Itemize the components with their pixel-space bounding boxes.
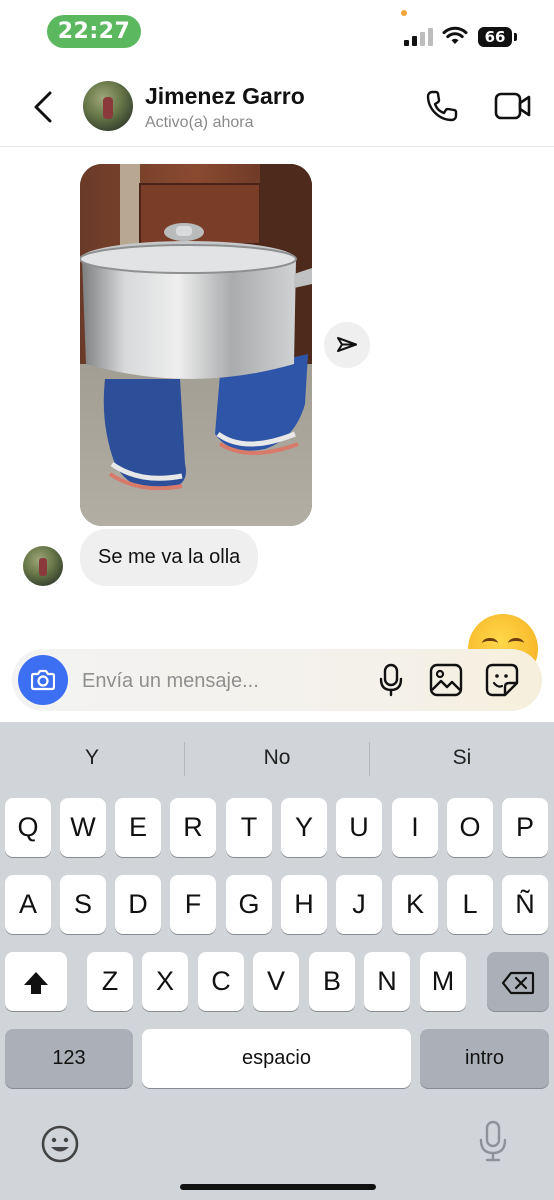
key-j[interactable]: J	[336, 875, 382, 934]
key-l[interactable]: L	[447, 875, 493, 934]
camera-button[interactable]	[18, 655, 68, 705]
key-a[interactable]: A	[5, 875, 51, 934]
numbers-key[interactable]: 123	[5, 1029, 133, 1088]
key-c[interactable]: C	[198, 952, 244, 1011]
emoji-keyboard-icon[interactable]	[40, 1124, 80, 1164]
suggestion-1[interactable]: Y	[0, 722, 184, 794]
key-v[interactable]: V	[253, 952, 299, 1011]
keyboard: Y No Si Q W E R T Y U I O P A S D F G H …	[0, 722, 554, 1200]
phone-call-icon[interactable]	[424, 88, 460, 124]
key-h[interactable]: H	[281, 875, 327, 934]
delete-key[interactable]	[487, 952, 549, 1011]
contact-status: Activo(a) ahora	[145, 114, 254, 131]
contact-name[interactable]: Jimenez Garro	[145, 83, 305, 110]
sticker-icon[interactable]	[485, 663, 519, 697]
key-x[interactable]: X	[142, 952, 188, 1011]
message-composer	[12, 649, 542, 711]
key-r[interactable]: R	[170, 798, 216, 857]
photo-message[interactable]	[80, 164, 312, 526]
home-indicator[interactable]	[180, 1184, 376, 1190]
camera-icon	[31, 669, 55, 691]
privacy-indicator-dot	[401, 10, 407, 16]
key-k[interactable]: K	[392, 875, 438, 934]
photo-image	[80, 164, 312, 526]
key-p[interactable]: P	[502, 798, 548, 857]
suggestion-3[interactable]: Si	[370, 722, 554, 794]
key-t[interactable]: T	[226, 798, 272, 857]
share-forward-button[interactable]	[324, 322, 370, 368]
microphone-icon[interactable]	[378, 663, 404, 697]
key-d[interactable]: D	[115, 875, 161, 934]
space-key[interactable]: espacio	[142, 1029, 411, 1088]
key-s[interactable]: S	[60, 875, 106, 934]
contact-avatar-small	[23, 546, 63, 586]
key-enie[interactable]: Ñ	[502, 875, 548, 934]
key-i[interactable]: I	[392, 798, 438, 857]
chat-header: Jimenez Garro Activo(a) ahora	[0, 64, 554, 147]
gallery-icon[interactable]	[429, 663, 463, 697]
key-f[interactable]: F	[170, 875, 216, 934]
key-m[interactable]: M	[420, 952, 466, 1011]
battery-icon: 66	[478, 27, 512, 47]
key-e[interactable]: E	[115, 798, 161, 857]
key-o[interactable]: O	[447, 798, 493, 857]
paper-plane-icon	[337, 337, 357, 352]
suggestion-2[interactable]: No	[185, 722, 369, 794]
dictation-microphone-icon[interactable]	[478, 1120, 508, 1164]
wifi-icon	[442, 26, 468, 44]
shift-key[interactable]	[5, 952, 67, 1011]
cellular-signal-icon	[404, 28, 433, 46]
key-b[interactable]: B	[309, 952, 355, 1011]
contact-avatar[interactable]	[83, 81, 133, 131]
battery-tip	[514, 33, 517, 41]
key-w[interactable]: W	[60, 798, 106, 857]
status-time: 22:27	[47, 15, 141, 48]
status-bar: 22:27 66	[0, 0, 554, 64]
key-n[interactable]: N	[364, 952, 410, 1011]
key-g[interactable]: G	[226, 875, 272, 934]
backspace-icon	[501, 971, 535, 994]
message-bubble[interactable]: Se me va la olla	[80, 529, 259, 586]
key-z[interactable]: Z	[87, 952, 133, 1011]
shift-arrow-icon	[24, 971, 48, 994]
message-input[interactable]	[80, 661, 374, 701]
key-y[interactable]: Y	[281, 798, 327, 857]
video-call-icon[interactable]	[494, 90, 532, 122]
return-key[interactable]: intro	[420, 1029, 549, 1088]
key-q[interactable]: Q	[5, 798, 51, 857]
key-u[interactable]: U	[336, 798, 382, 857]
back-arrow-icon[interactable]	[30, 90, 58, 124]
suggestion-bar: Y No Si	[0, 722, 554, 794]
